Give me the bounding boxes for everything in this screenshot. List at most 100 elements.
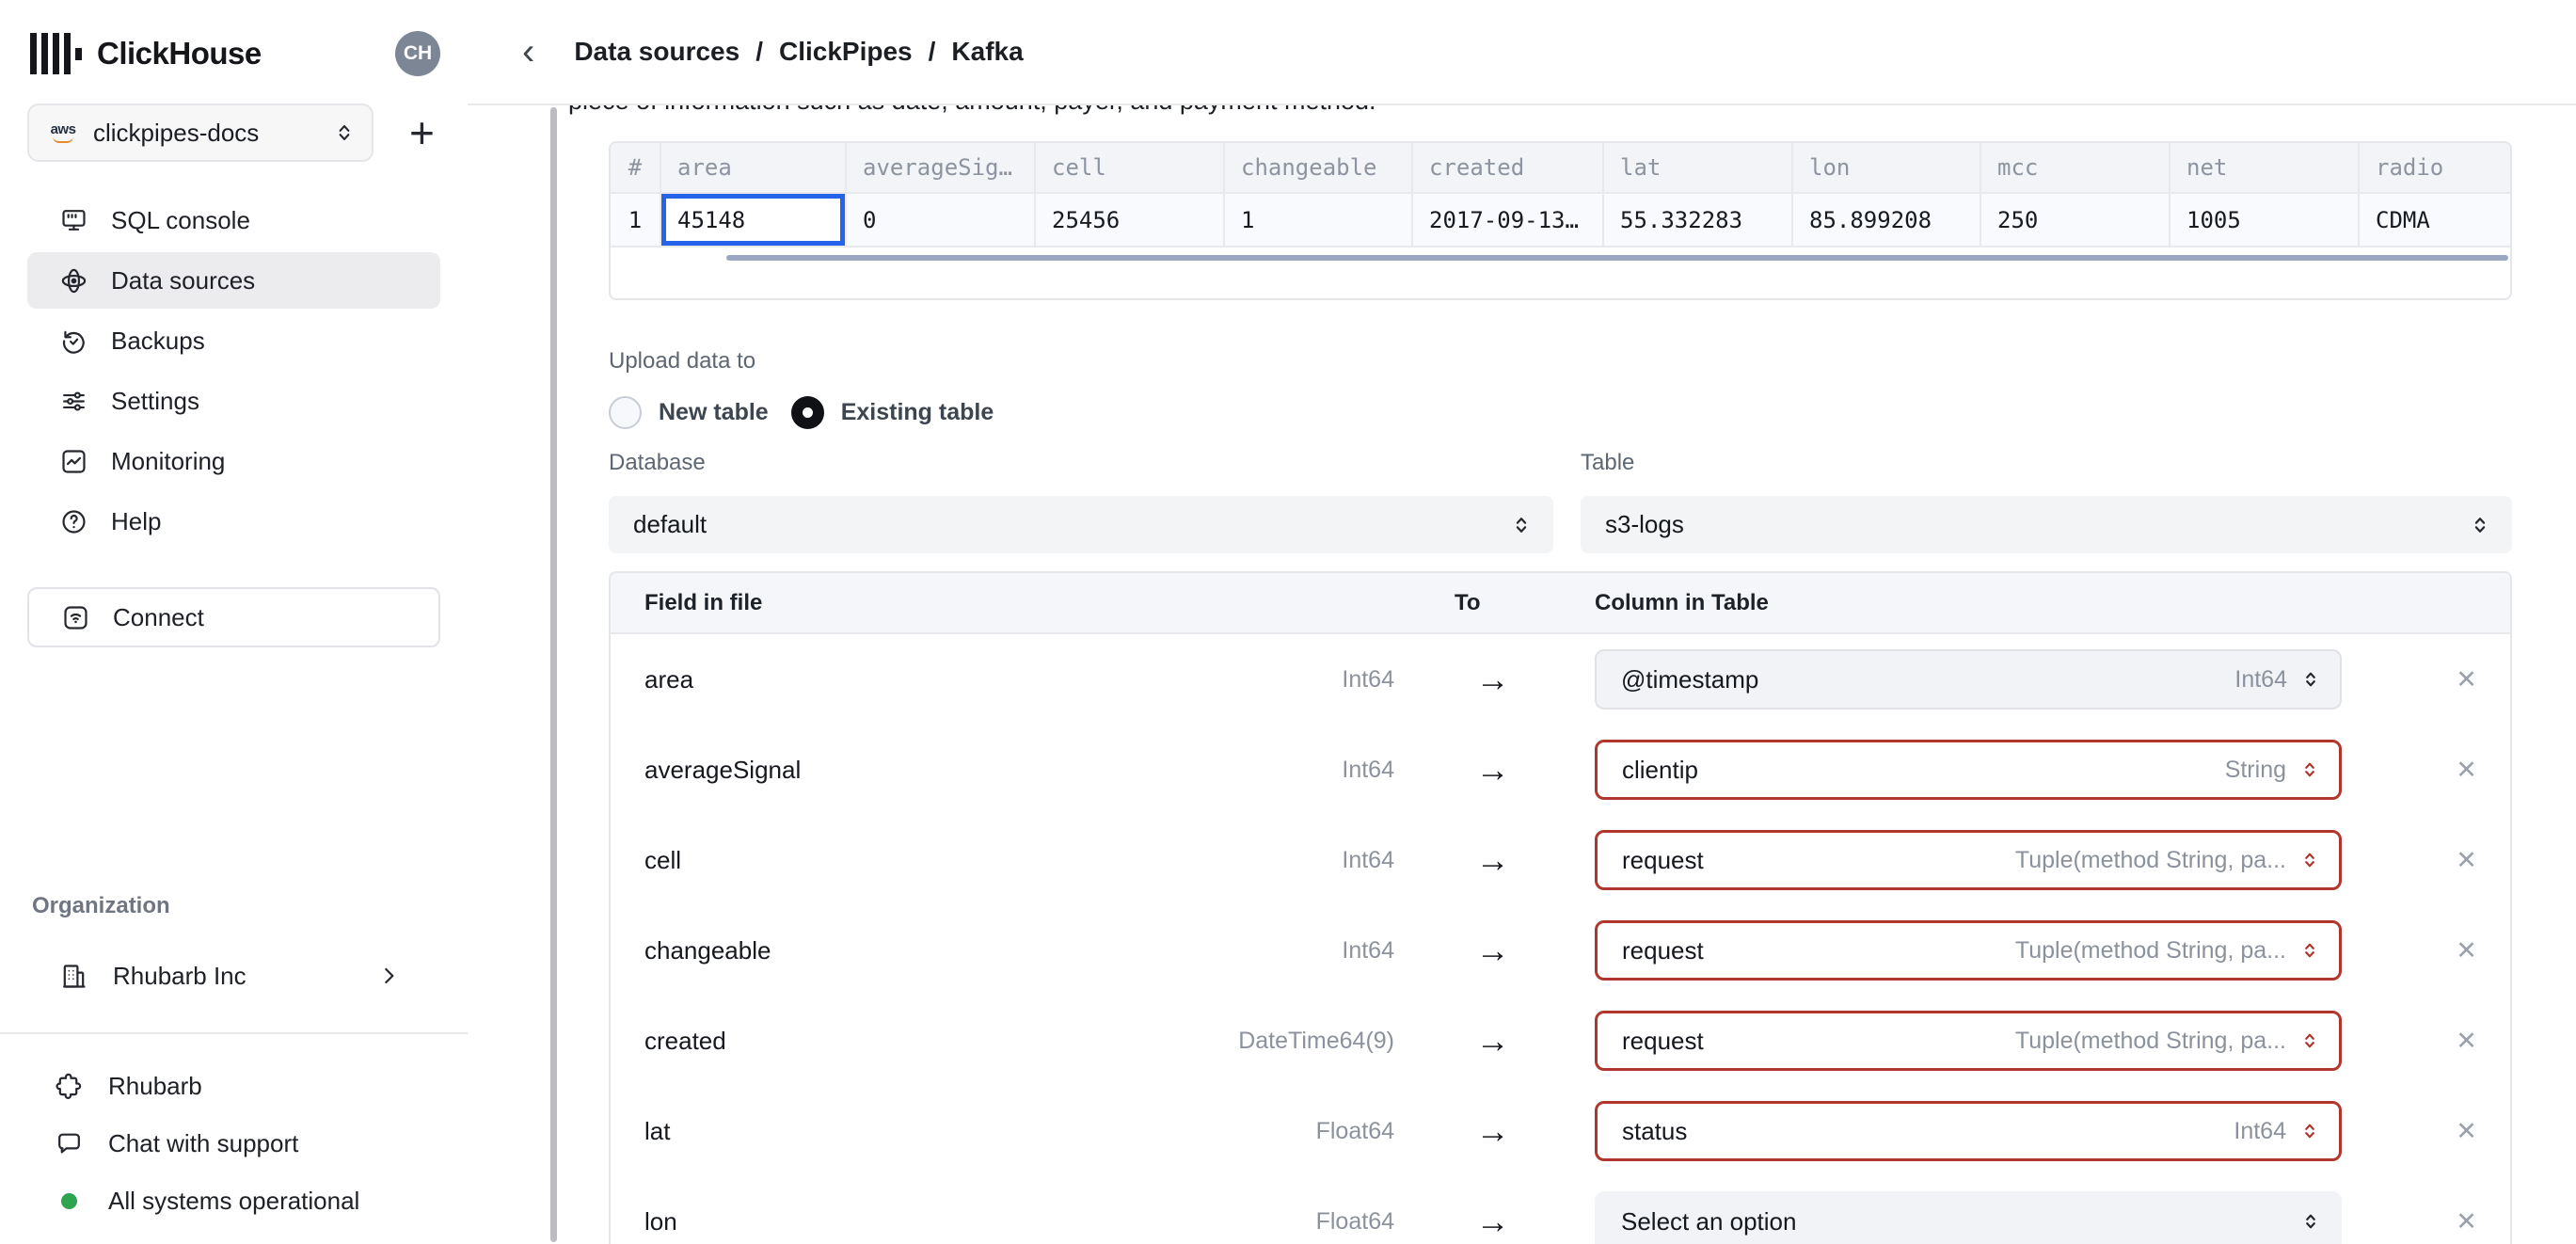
chevron-updown-icon: [2306, 672, 2315, 687]
backups-icon: [62, 330, 85, 354]
sidebar-item-label: Backups: [111, 326, 205, 355]
sidebar-item-help[interactable]: Help: [27, 493, 440, 550]
table-cell[interactable]: 25456: [1036, 194, 1225, 247]
field-name: averageSignal: [644, 755, 802, 784]
sidebar-divider: [0, 1032, 468, 1034]
sidebar-item-label: Data sources: [111, 265, 256, 295]
sidebar-item-monitoring[interactable]: Monitoring: [27, 433, 440, 489]
column-header: cell: [1036, 143, 1225, 194]
column-select-error[interactable]: request Tuple(method String, pa...: [1595, 920, 2342, 981]
mapping-col-column: Column in Table: [1595, 589, 1769, 615]
sidebar-item-rhubarb[interactable]: Rhubarb: [27, 1062, 440, 1109]
mapping-row-lon: lon Float64 → Select an option ✕: [611, 1176, 2510, 1244]
connect-button[interactable]: Connect: [27, 587, 440, 647]
table-cell[interactable]: 2017-09-13…: [1413, 194, 1604, 247]
sidebar-item-backups[interactable]: Backups: [27, 312, 440, 369]
table-label: Table: [1581, 450, 1635, 475]
breadcrumb-data-sources[interactable]: Data sources: [574, 37, 739, 67]
arrow-right-icon: →: [1475, 1021, 1510, 1060]
horizontal-scrollbar[interactable]: [726, 255, 2508, 261]
table-cell[interactable]: 0: [847, 194, 1036, 247]
database-select[interactable]: default: [609, 496, 1553, 553]
column-select-error[interactable]: clientip String: [1595, 740, 2342, 800]
remove-mapping-button[interactable]: ✕: [2423, 846, 2510, 875]
organization-section-label: Organization: [32, 893, 170, 918]
help-icon: [62, 509, 86, 534]
sidebar-item-settings[interactable]: Settings: [27, 373, 440, 429]
organization-selector[interactable]: Rhubarb Inc: [27, 953, 440, 998]
table-cell-selected[interactable]: 45148: [661, 194, 847, 247]
table-cell[interactable]: 1: [1225, 194, 1413, 247]
table-cell[interactable]: 250: [1981, 194, 2171, 247]
remove-mapping-button[interactable]: ✕: [2423, 756, 2510, 785]
existing-table-radio[interactable]: [790, 395, 824, 429]
column-header: lon: [1793, 143, 1981, 194]
sidebar-item-data-sources[interactable]: Data sources: [27, 252, 440, 309]
chevron-updown-icon: [339, 124, 350, 141]
back-button[interactable]: ‹: [515, 33, 542, 71]
breadcrumb-kafka: Kafka: [951, 37, 1024, 66]
field-type: Float64: [1315, 1207, 1394, 1235]
preview-data-row: 1 45148 0 25456 1 2017-09-13… 55.332283 …: [611, 194, 2510, 247]
scroll-content: piece of information such as date, amoun…: [468, 105, 2576, 1244]
chevron-updown-icon: [2305, 1124, 2314, 1139]
field-type: Int64: [1342, 846, 1394, 873]
data-preview-table: # area averageSig… cell changeable creat…: [609, 141, 2512, 300]
field-name: cell: [644, 845, 682, 874]
table-cell[interactable]: 55.332283: [1604, 194, 1793, 247]
add-service-button[interactable]: +: [409, 111, 435, 154]
sidebar-item-sql-console[interactable]: SQL console: [27, 192, 440, 248]
column-select[interactable]: @timestamp Int64: [1595, 649, 2342, 710]
chat-icon: [58, 1133, 80, 1154]
footer-item-label: Chat with support: [108, 1128, 299, 1157]
column-header: #: [611, 143, 661, 194]
table-select[interactable]: s3-logs: [1581, 496, 2512, 553]
column-select-error[interactable]: status Int64: [1595, 1101, 2342, 1161]
remove-mapping-button[interactable]: ✕: [2423, 936, 2510, 965]
sidebar-item-label: Monitoring: [111, 446, 226, 475]
new-table-radio[interactable]: [609, 395, 642, 429]
clickhouse-logo-icon: [30, 33, 82, 74]
user-avatar[interactable]: CH: [395, 31, 440, 76]
arrow-right-icon: →: [1475, 1111, 1510, 1150]
arrow-right-icon: →: [1475, 840, 1510, 879]
mapping-row-averageSignal: averageSignal Int64 → clientip String ✕: [611, 725, 2510, 815]
row-number: 1: [611, 194, 661, 247]
field-type: DateTime64(9): [1238, 1027, 1394, 1054]
remove-mapping-button[interactable]: ✕: [2423, 1117, 2510, 1146]
sql-console-icon: [62, 209, 86, 231]
arrow-right-icon: →: [1475, 660, 1510, 698]
column-header: radio: [2360, 143, 2510, 194]
remove-mapping-button[interactable]: ✕: [2423, 665, 2510, 694]
table-cell[interactable]: 85.899208: [1793, 194, 1981, 247]
service-name: clickpipes-docs: [93, 118, 260, 147]
remove-mapping-button[interactable]: ✕: [2423, 1207, 2510, 1236]
column-select-placeholder[interactable]: Select an option: [1595, 1191, 2342, 1244]
breadcrumb-clickpipes[interactable]: ClickPipes: [779, 37, 913, 67]
sidebar-item-chat-support[interactable]: Chat with support: [27, 1120, 440, 1167]
main-panel: ‹ Data sources / ClickPipes / Kafka piec…: [468, 0, 2576, 1244]
mapping-row-cell: cell Int64 → request Tuple(method String,…: [611, 815, 2510, 905]
field-type: Int64: [1342, 936, 1394, 964]
connect-icon: [64, 605, 87, 630]
new-table-label[interactable]: New table: [659, 399, 769, 426]
field-name: created: [644, 1026, 726, 1055]
column-select-value: @timestamp: [1621, 664, 1759, 694]
table-cell[interactable]: 1005: [2171, 194, 2360, 247]
sidebar-footer: Rhubarb Chat with support All systems op…: [27, 1062, 440, 1228]
service-selector[interactable]: aws clickpipes-docs: [27, 104, 374, 162]
column-select-error[interactable]: request Tuple(method String, pa...: [1595, 1011, 2342, 1071]
data-sources-icon: [61, 268, 87, 293]
remove-mapping-button[interactable]: ✕: [2423, 1027, 2510, 1056]
field-name: changeable: [644, 935, 771, 965]
settings-icon: [63, 391, 85, 411]
arrow-right-icon: →: [1475, 1202, 1510, 1240]
column-select-value: request: [1622, 1026, 1704, 1055]
chevron-updown-icon: [2305, 1033, 2314, 1048]
table-cell[interactable]: CDMA: [2360, 194, 2510, 247]
upload-data-to-label: Upload data to: [609, 348, 756, 374]
sidebar-item-system-status[interactable]: All systems operational: [27, 1177, 440, 1224]
chevron-updown-icon: [2306, 1214, 2315, 1229]
column-select-error[interactable]: request Tuple(method String, pa...: [1595, 830, 2342, 890]
existing-table-label[interactable]: Existing table: [841, 399, 994, 426]
